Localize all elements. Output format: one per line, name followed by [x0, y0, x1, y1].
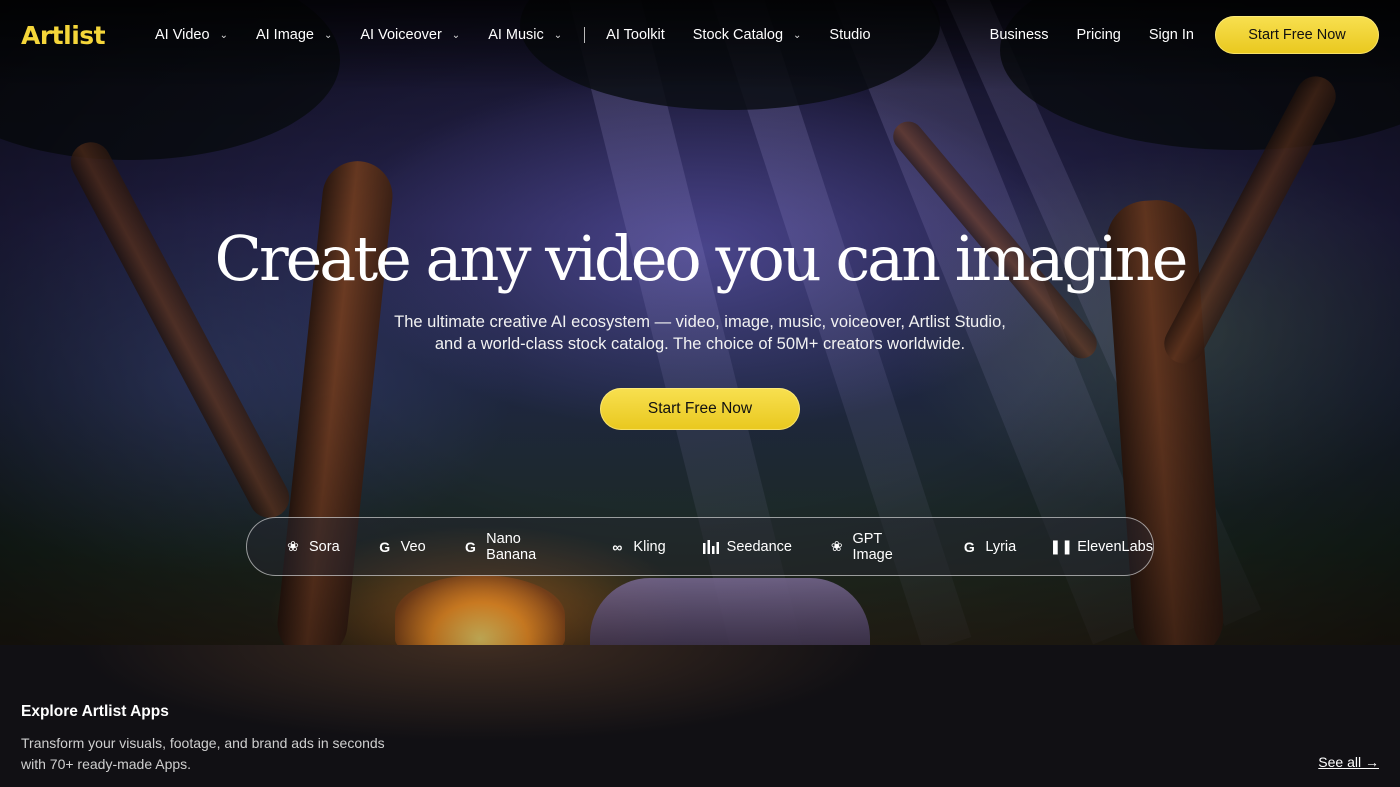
- apps-section-title: Explore Artlist Apps: [21, 703, 169, 720]
- chevron-down-icon: ⌄: [323, 29, 333, 41]
- nav-item-label: AI Video: [155, 27, 210, 43]
- google-icon: G: [379, 538, 391, 555]
- chevron-down-icon: ⌄: [793, 29, 802, 41]
- nav-item-label: AI Toolkit: [606, 27, 665, 43]
- apps-desc-line-1: Transform your visuals, footage, and bra…: [21, 735, 385, 751]
- apps-desc-line-2: with 70+ ready-made Apps.: [21, 756, 192, 772]
- nav-item-label: AI Music: [488, 27, 544, 43]
- chevron-down-icon: ⌄: [219, 29, 228, 41]
- model-label: Lyria: [985, 538, 1017, 555]
- apps-section-description: Transform your visuals, footage, and bra…: [21, 733, 421, 775]
- model-label: GPT Image: [852, 530, 893, 563]
- sign-in-link[interactable]: Sign In: [1149, 27, 1194, 43]
- model-label: Kling: [633, 538, 666, 555]
- model-label: Seedance: [726, 538, 792, 555]
- hero-start-free-now-button[interactable]: Start Free Now: [600, 388, 800, 430]
- nav-divider: [584, 27, 586, 43]
- model-nano-banana[interactable]: G Nano Banana: [462, 531, 573, 563]
- artlist-logo[interactable]: Artlist: [21, 21, 121, 50]
- model-label: Nano Banana: [486, 530, 537, 563]
- hero-subheadline: The ultimate creative AI ecosystem — vid…: [0, 311, 1400, 355]
- nav-item-ai-music[interactable]: AI Music ⌄: [488, 27, 562, 43]
- elevenlabs-icon: ❚❚: [1049, 538, 1073, 554]
- nav-item-label: Stock Catalog: [692, 27, 784, 43]
- ai-models-bar: ❀ Sora G Veo G Nano Banana ∞ Kling Seeda…: [246, 517, 1154, 576]
- nav-item-ai-image[interactable]: AI Image ⌄: [256, 27, 332, 43]
- nav-primary: AI Video ⌄ AI Image ⌄ AI Voiceover ⌄ AI …: [155, 27, 899, 43]
- nav-item-label: Studio: [829, 27, 871, 43]
- nav-item-business[interactable]: Business: [990, 27, 1049, 43]
- model-lyria[interactable]: G Lyria: [960, 538, 1016, 556]
- model-kling[interactable]: ∞ Kling: [608, 538, 665, 556]
- see-all-apps-link[interactable]: See all →: [1318, 754, 1379, 770]
- hero-subheadline-line-2: and a world-class stock catalog. The cho…: [434, 335, 966, 353]
- model-label: Veo: [400, 538, 426, 555]
- hero-headline: Create any video you can imagine: [214, 222, 1189, 295]
- nav-item-stock-catalog[interactable]: Stock Catalog ⌄: [693, 27, 802, 43]
- chevron-down-icon: ⌄: [451, 29, 461, 41]
- google-icon: G: [963, 538, 975, 555]
- openai-icon: ❀: [830, 538, 843, 554]
- openai-icon: ❀: [287, 538, 299, 554]
- nav-secondary: Business Pricing Sign In Start Free Now: [990, 16, 1379, 54]
- hero-subheadline-line-1: The ultimate creative AI ecosystem — vid…: [394, 313, 1006, 331]
- nav-item-ai-video[interactable]: AI Video ⌄: [155, 27, 228, 43]
- model-veo[interactable]: G Veo: [376, 538, 426, 556]
- model-elevenlabs[interactable]: ❚❚ ElevenLabs: [1049, 538, 1153, 556]
- nav-item-label: AI Image: [255, 27, 314, 43]
- nav-item-pricing[interactable]: Pricing: [1077, 27, 1121, 43]
- nav-item-studio[interactable]: Studio: [829, 27, 870, 43]
- kling-icon: ∞: [612, 538, 623, 555]
- chevron-down-icon: ⌄: [553, 29, 563, 41]
- model-label: Sora: [309, 538, 340, 555]
- nav-item-ai-voiceover[interactable]: AI Voiceover ⌄: [360, 27, 460, 43]
- google-icon: G: [464, 538, 476, 555]
- start-free-now-button[interactable]: Start Free Now: [1215, 16, 1379, 54]
- model-label: ElevenLabs: [1077, 538, 1153, 555]
- model-sora[interactable]: ❀ Sora: [284, 538, 340, 556]
- top-nav: Artlist AI Video ⌄ AI Image ⌄ AI Voiceov…: [0, 0, 1400, 70]
- nav-item-label: AI Voiceover: [360, 27, 442, 43]
- nav-item-ai-toolkit[interactable]: AI Toolkit: [606, 27, 665, 43]
- bars-icon: [702, 538, 720, 556]
- model-gpt-image[interactable]: ❀ GPT Image: [828, 531, 924, 563]
- model-seedance[interactable]: Seedance: [702, 538, 792, 556]
